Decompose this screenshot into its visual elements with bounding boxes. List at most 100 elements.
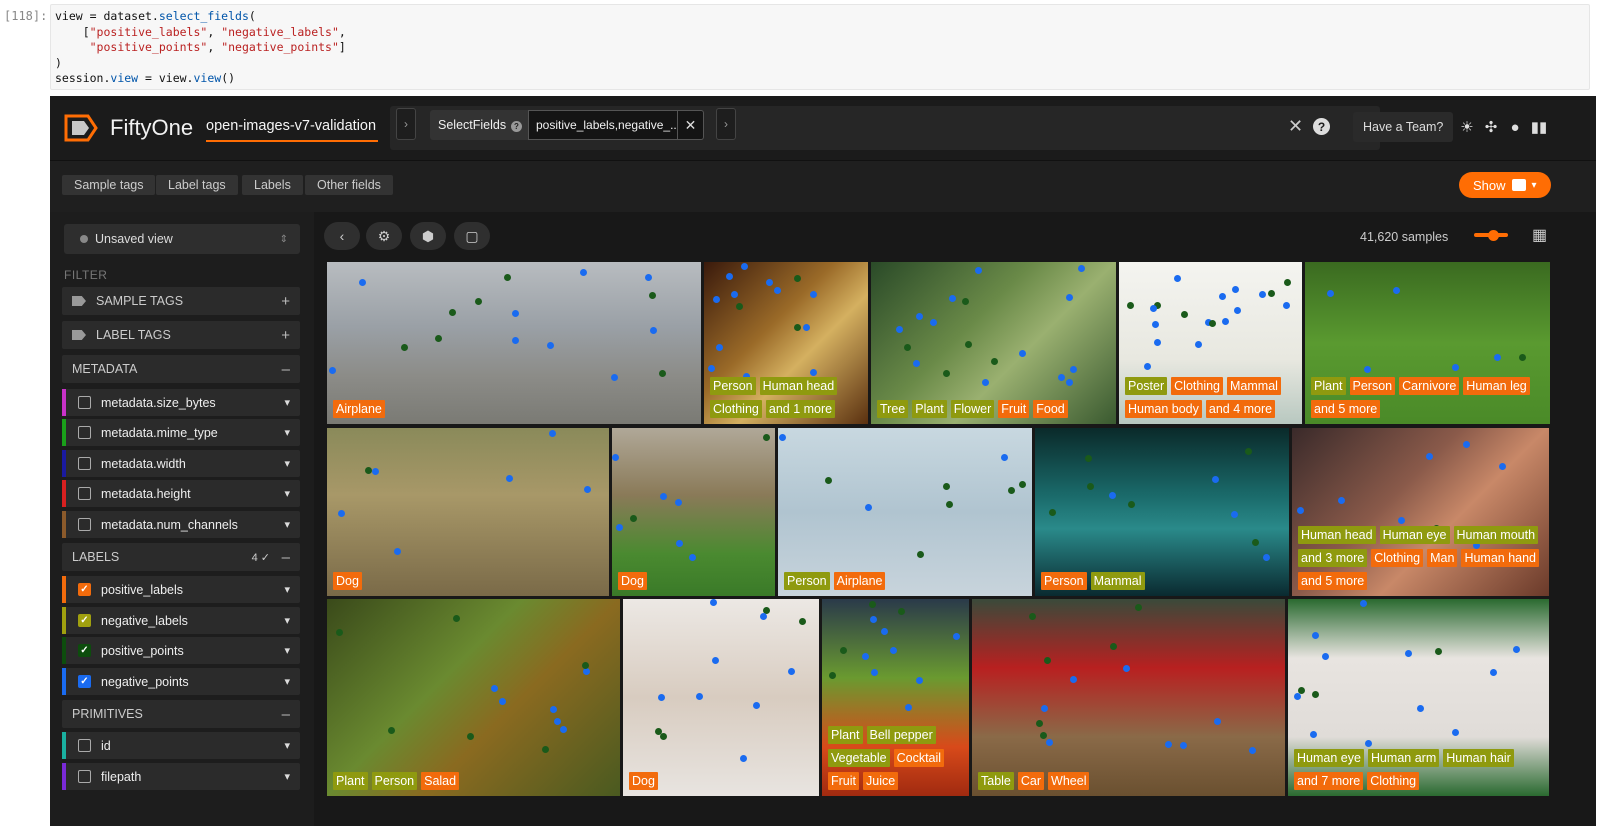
sample-tile[interactable]: Dog xyxy=(623,599,819,796)
chevron-down-icon[interactable]: ▾ xyxy=(284,457,290,470)
chevron-down-icon[interactable]: ▾ xyxy=(284,644,290,657)
sample-tile[interactable]: Plant Person Carnivore Human leg and 5 more xyxy=(1305,262,1550,424)
chevron-down-icon[interactable]: ▾ xyxy=(284,770,290,783)
sample-tile[interactable]: Tree Plant Flower Fruit Food xyxy=(871,262,1116,424)
field-row[interactable]: filepath ▾ xyxy=(62,763,300,790)
chevron-down-icon[interactable]: ▾ xyxy=(284,426,290,439)
keypoint-marker xyxy=(1040,732,1047,739)
sample-tile[interactable]: Plant Bell pepper Vegetable Cocktail Fruit Ju… xyxy=(822,599,969,796)
field-row[interactable]: metadata.width ▾ xyxy=(62,450,300,477)
sample-tile[interactable]: Dog xyxy=(612,428,775,596)
sample-tile[interactable]: Poster Clothing Mammal Human body and 4 more xyxy=(1119,262,1302,424)
field-checkbox[interactable]: ✓ xyxy=(78,675,91,688)
plus-icon[interactable]: + xyxy=(281,293,290,310)
theme-sun-icon[interactable]: ☀ xyxy=(1458,118,1476,136)
field-checkbox[interactable] xyxy=(78,457,91,470)
field-row[interactable]: ✓ negative_points ▾ xyxy=(62,668,300,695)
plus-icon[interactable]: + xyxy=(281,327,290,344)
sidebar-tag-row[interactable]: SAMPLE TAGS + xyxy=(62,287,300,315)
chevron-down-icon[interactable]: ▾ xyxy=(284,739,290,752)
sample-tile[interactable]: Person Human head Clothing and 1 more xyxy=(704,262,868,424)
group-header[interactable]: METADATA – xyxy=(62,355,300,383)
label-tag: Human head xyxy=(1298,526,1376,544)
keypoint-marker xyxy=(329,367,336,374)
stage-delete-button[interactable]: ✕ xyxy=(678,110,704,140)
keypoint-marker xyxy=(696,693,703,700)
field-row[interactable]: ✓ negative_labels ▾ xyxy=(62,607,300,634)
field-checkbox[interactable]: ✓ xyxy=(78,614,91,627)
tab-other-fields[interactable]: Other fields xyxy=(305,175,393,195)
show-histograms-button[interactable]: Show ▾ xyxy=(1459,172,1551,198)
view-bar-add-stage-left[interactable]: › xyxy=(396,108,416,140)
sample-tile[interactable]: Human eye Human arm Human hair and 7 more Cl… xyxy=(1288,599,1549,796)
label-tag: Human hand xyxy=(1461,549,1540,567)
code-line: "positive_points", "negative_points"] xyxy=(89,40,346,54)
slider-knob[interactable] xyxy=(1488,230,1499,241)
keypoint-marker xyxy=(1426,453,1433,460)
code-editor[interactable]: view = dataset.select_fields( ["positive… xyxy=(50,4,1590,90)
sample-tile[interactable]: Dog xyxy=(327,428,609,596)
docs-book-icon[interactable]: ▮▮ xyxy=(1530,118,1548,136)
sidebar-tag-row[interactable]: LABEL TAGS + xyxy=(62,321,300,349)
keypoint-marker xyxy=(1519,354,1526,361)
field-checkbox[interactable] xyxy=(78,770,91,783)
keypoint-marker xyxy=(779,434,786,441)
view-bar-add-stage-right[interactable]: › xyxy=(716,108,736,140)
field-row[interactable]: id ▾ xyxy=(62,732,300,759)
keypoint-marker xyxy=(1109,492,1116,499)
group-header[interactable]: PRIMITIVES – xyxy=(62,700,300,728)
tab-label-tags[interactable]: Label tags xyxy=(156,175,238,195)
label-tag: Dog xyxy=(618,572,647,590)
stage-param-input[interactable]: positive_labels,negative_... xyxy=(528,110,678,140)
have-a-team-button[interactable]: Have a Team? xyxy=(1353,112,1454,142)
field-checkbox[interactable] xyxy=(78,487,91,500)
grid-zoom-slider[interactable] xyxy=(1474,230,1508,241)
field-checkbox[interactable]: ✓ xyxy=(78,583,91,596)
sample-tile[interactable]: Plant Person Salad xyxy=(327,599,620,796)
field-checkbox[interactable] xyxy=(78,518,91,531)
chevron-down-icon[interactable]: ▾ xyxy=(284,583,290,596)
chevron-down-icon[interactable]: ▾ xyxy=(284,487,290,500)
select-visible-button[interactable]: ▢ xyxy=(454,222,490,250)
tab-sample-tags[interactable]: Sample tags xyxy=(62,175,156,195)
chevron-down-icon[interactable]: ▾ xyxy=(284,396,290,409)
sample-tile[interactable]: Table Car Wheel xyxy=(972,599,1285,796)
field-checkbox[interactable]: ✓ xyxy=(78,644,91,657)
chevron-down-icon[interactable]: ▾ xyxy=(284,614,290,627)
tab-labels[interactable]: Labels xyxy=(242,175,303,195)
slack-icon[interactable]: ✣ xyxy=(1482,118,1500,136)
clear-view-icon[interactable]: ✕ xyxy=(1288,116,1303,137)
collapse-icon[interactable]: – xyxy=(282,549,290,566)
field-row[interactable]: metadata.mime_type ▾ xyxy=(62,419,300,446)
group-header[interactable]: LABELS 4 ✓ – xyxy=(62,543,300,571)
collapse-sidebar-button[interactable]: ‹ xyxy=(324,222,360,250)
chevron-down-icon[interactable]: ▾ xyxy=(284,518,290,531)
sample-tile[interactable]: Airplane xyxy=(327,262,701,424)
collapse-icon[interactable]: – xyxy=(282,361,290,378)
label-row: Dog xyxy=(333,572,362,590)
grid-view-icon[interactable]: ▦ xyxy=(1532,225,1547,245)
chevron-down-icon[interactable]: ▾ xyxy=(284,675,290,688)
tag-button[interactable]: ⬢ xyxy=(410,222,446,250)
label-tag: Plant xyxy=(1311,377,1346,395)
field-row[interactable]: metadata.num_channels ▾ xyxy=(62,511,300,538)
sample-tile[interactable]: Person Mammal xyxy=(1035,428,1289,596)
keypoint-marker xyxy=(512,337,519,344)
stage-help-icon[interactable]: ? xyxy=(511,121,522,132)
field-checkbox[interactable] xyxy=(78,426,91,439)
github-icon[interactable]: ● xyxy=(1506,118,1524,136)
field-row[interactable]: metadata.height ▾ xyxy=(62,480,300,507)
sample-tile[interactable]: Human head Human eye Human mouth and 3 more… xyxy=(1292,428,1549,596)
saved-view-selector[interactable]: Unsaved view ⇕ xyxy=(64,224,300,254)
settings-gear-icon[interactable]: ⚙ xyxy=(366,222,402,250)
help-icon[interactable]: ? xyxy=(1313,118,1330,135)
field-checkbox[interactable] xyxy=(78,739,91,752)
group-header-label: PRIMITIVES xyxy=(72,707,143,721)
field-row[interactable]: metadata.size_bytes ▾ xyxy=(62,389,300,416)
collapse-icon[interactable]: – xyxy=(282,706,290,723)
dataset-selector[interactable]: open-images-v7-validation xyxy=(206,118,378,142)
sample-tile[interactable]: Person Airplane xyxy=(778,428,1032,596)
field-checkbox[interactable] xyxy=(78,396,91,409)
field-row[interactable]: ✓ positive_labels ▾ xyxy=(62,576,300,603)
field-row[interactable]: ✓ positive_points ▾ xyxy=(62,637,300,664)
